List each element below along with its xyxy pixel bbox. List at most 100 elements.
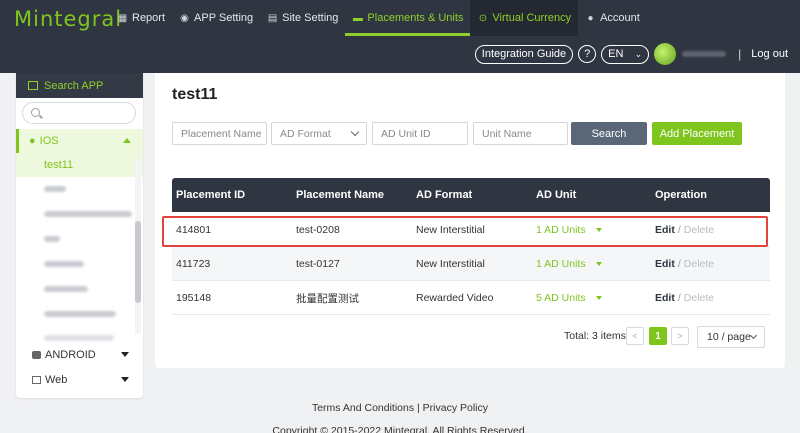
col-placement-name: Placement Name bbox=[296, 189, 385, 201]
ad-units-toggle[interactable]: 1 AD Units bbox=[536, 247, 602, 281]
list-icon: ▤ bbox=[267, 12, 278, 24]
sidebar-group-web[interactable]: Web bbox=[16, 368, 143, 392]
chevron-down-icon: ⌄ bbox=[634, 48, 643, 59]
logout-link[interactable]: Log out bbox=[751, 48, 788, 60]
ad-units-count: 5 AD Units bbox=[536, 292, 586, 304]
grid-icon: ▦ bbox=[117, 12, 128, 24]
language-value: EN bbox=[608, 48, 624, 60]
brand-logo[interactable]: Mintegral bbox=[14, 7, 122, 31]
nav-label: Account bbox=[600, 12, 640, 24]
col-ad-unit: AD Unit bbox=[536, 189, 577, 201]
pagination-prev-button[interactable]: < bbox=[626, 327, 644, 345]
sidebar-item-blurred[interactable] bbox=[44, 236, 60, 242]
ad-unit-id-input[interactable]: AD Unit ID bbox=[372, 122, 468, 145]
sidebar-item-test11[interactable]: test11 bbox=[16, 153, 143, 177]
unit-name-input[interactable]: Unit Name bbox=[473, 122, 568, 145]
nav-label: Virtual Currency bbox=[492, 12, 572, 24]
sidebar-item-blurred[interactable] bbox=[44, 211, 132, 217]
sidebar-header-label: Search APP bbox=[44, 79, 104, 92]
nav-item-account[interactable]: ● Account bbox=[578, 0, 647, 36]
language-select[interactable]: EN ⌄ bbox=[601, 44, 650, 64]
chevron-down-icon bbox=[350, 127, 360, 137]
edit-link[interactable]: Edit bbox=[655, 258, 675, 270]
caret-down-icon bbox=[595, 228, 602, 232]
caret-down-icon bbox=[595, 296, 602, 300]
pagination-page-1[interactable]: 1 bbox=[649, 327, 667, 345]
group-label: Web bbox=[45, 374, 68, 386]
delete-link[interactable]: Delete bbox=[684, 258, 714, 270]
col-operation: Operation bbox=[655, 189, 707, 201]
add-placement-button[interactable]: Add Placement bbox=[652, 122, 742, 145]
nav-label: Site Setting bbox=[282, 12, 339, 24]
footer-links[interactable]: Terms And Conditions | Privacy Policy bbox=[0, 402, 800, 414]
table-header: Placement ID Placement Name AD Format AD… bbox=[172, 178, 770, 212]
chevron-down-icon bbox=[749, 331, 758, 340]
separator: | bbox=[738, 47, 742, 61]
sidebar-header: Search APP bbox=[16, 73, 143, 98]
ad-format-select[interactable]: AD Format bbox=[271, 122, 367, 145]
nav-item-placements-units[interactable]: ▬ Placements & Units bbox=[345, 0, 471, 36]
nav-item-site-setting[interactable]: ▤ Site Setting bbox=[260, 0, 345, 36]
sidebar-group-ios[interactable]: ● IOS bbox=[16, 129, 143, 153]
table-row: 411723 test-0127 New Interstitial 1 AD U… bbox=[172, 247, 770, 281]
user-icon: ● bbox=[587, 12, 594, 24]
sidebar-scrollbar-thumb[interactable] bbox=[135, 221, 141, 303]
ad-format: New Interstitial bbox=[416, 258, 485, 270]
sidebar-item-blurred[interactable] bbox=[44, 311, 116, 317]
placement-name: test-0127 bbox=[296, 258, 340, 270]
placement-id: 411723 bbox=[176, 258, 211, 270]
integration-guide-button[interactable]: Integration Guide bbox=[474, 44, 574, 64]
caret-down-icon bbox=[595, 262, 602, 266]
app-list-icon bbox=[28, 81, 38, 90]
placement-name: 批量配置测试 bbox=[296, 292, 359, 305]
ad-units-count: 1 AD Units bbox=[536, 224, 586, 236]
group-label: ANDROID bbox=[45, 349, 96, 361]
search-button[interactable]: Search bbox=[571, 122, 647, 145]
table-row: 195148 批量配置测试 Rewarded Video 5 AD Units … bbox=[172, 281, 770, 315]
sidebar-item-blurred[interactable] bbox=[44, 261, 84, 267]
avatar[interactable] bbox=[654, 43, 677, 65]
nav-item-app-setting[interactable]: ◉ APP Setting bbox=[172, 0, 260, 36]
nav-label: Report bbox=[132, 12, 166, 24]
ad-format-placeholder: AD Format bbox=[280, 127, 331, 140]
nav-label: APP Setting bbox=[194, 12, 254, 24]
help-icon[interactable]: ? bbox=[578, 45, 597, 63]
chevron-down-icon bbox=[121, 377, 129, 382]
sidebar-item-blurred[interactable] bbox=[44, 335, 114, 341]
nav-item-virtual-currency[interactable]: ⊙ Virtual Currency bbox=[470, 0, 579, 36]
placement-id: 195148 bbox=[176, 292, 212, 304]
edit-link[interactable]: Edit bbox=[655, 292, 675, 304]
pagination-total: Total: 3 items bbox=[564, 330, 626, 342]
coin-icon: ⊙ bbox=[478, 12, 488, 24]
pagination-next-button[interactable]: > bbox=[671, 327, 689, 345]
operation-cell: Edit / Delete bbox=[655, 247, 714, 281]
placement-name-input[interactable]: Placement Name bbox=[172, 122, 267, 145]
chevron-up-icon bbox=[123, 138, 131, 143]
chevron-down-icon bbox=[121, 352, 129, 357]
copyright-text: Copyright © 2015-2022 Mintegral. All Rig… bbox=[272, 425, 528, 433]
android-icon bbox=[32, 351, 41, 359]
ad-format: New Interstitial bbox=[416, 224, 485, 236]
operation-cell: Edit / Delete bbox=[655, 213, 714, 247]
operation-cell: Edit / Delete bbox=[655, 281, 714, 315]
ad-units-toggle[interactable]: 1 AD Units bbox=[536, 213, 602, 247]
sidebar-item-blurred[interactable] bbox=[44, 186, 66, 192]
app-search-input[interactable] bbox=[22, 102, 136, 124]
username-blurred bbox=[682, 51, 727, 57]
search-icon bbox=[31, 108, 40, 117]
ad-units-toggle[interactable]: 5 AD Units bbox=[536, 281, 602, 315]
separator: / bbox=[677, 224, 681, 236]
edit-link[interactable]: Edit bbox=[655, 224, 675, 236]
page-size-select[interactable]: 10 / page bbox=[697, 326, 765, 348]
delete-link[interactable]: Delete bbox=[684, 224, 714, 236]
folder-icon: ▬ bbox=[352, 12, 363, 24]
sidebar-item-blurred[interactable] bbox=[44, 286, 88, 292]
group-label: IOS bbox=[39, 135, 59, 147]
separator: / bbox=[677, 258, 681, 270]
delete-link[interactable]: Delete bbox=[684, 292, 714, 304]
sidebar-group-android[interactable]: ANDROID bbox=[16, 343, 143, 367]
placements-panel: test11 Placement Name AD Format AD Unit … bbox=[155, 73, 785, 368]
col-ad-format: AD Format bbox=[416, 189, 473, 201]
separator: / bbox=[677, 292, 681, 304]
nav-item-report[interactable]: ▦ Report bbox=[110, 0, 172, 36]
